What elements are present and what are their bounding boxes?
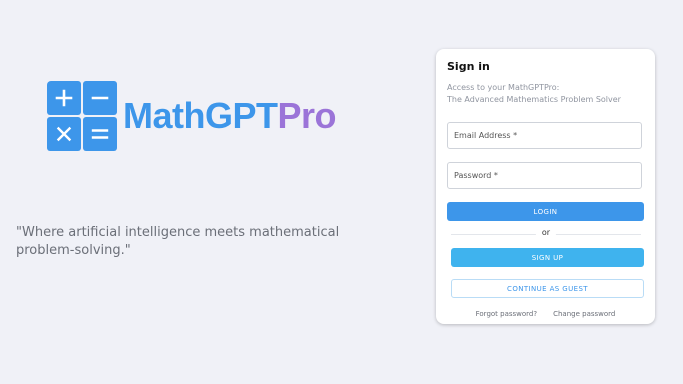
app-logo: MathGPTPro	[47, 81, 337, 151]
logo-text-math: MathGPT	[123, 95, 278, 136]
signin-card: Sign in Access to your MathGPTPro: The A…	[436, 49, 655, 324]
signin-subtitle-line1: Access to your MathGPTPro:	[447, 83, 560, 92]
password-field	[447, 162, 642, 189]
continue-as-guest-button[interactable]: CONTINUE AS GUEST	[451, 279, 644, 298]
signup-button[interactable]: SIGN UP	[451, 248, 644, 267]
forgot-password-link[interactable]: Forgot password?	[476, 310, 537, 318]
login-button[interactable]: LOGIN	[447, 202, 644, 221]
logo-wordmark: MathGPTPro	[123, 95, 337, 136]
equals-icon	[83, 117, 117, 151]
signin-title: Sign in	[447, 60, 490, 73]
account-links: Forgot password? Change password	[436, 310, 655, 318]
password-input[interactable]	[448, 163, 641, 188]
logo-calculator-grid	[47, 81, 117, 151]
email-input[interactable]	[448, 123, 641, 148]
signin-subtitle-line2: The Advanced Mathematics Problem Solver	[447, 95, 621, 104]
times-icon	[47, 117, 81, 151]
or-label: or	[535, 228, 557, 237]
minus-icon	[83, 81, 117, 115]
or-divider: or	[451, 228, 641, 240]
change-password-link[interactable]: Change password	[553, 310, 615, 318]
email-field	[447, 122, 642, 149]
tagline-quote: "Where artificial intelligence meets mat…	[16, 225, 340, 258]
signin-subtitle: Access to your MathGPTPro: The Advanced …	[447, 82, 647, 106]
logo-text-pro: Pro	[277, 95, 337, 136]
plus-icon	[47, 81, 81, 115]
